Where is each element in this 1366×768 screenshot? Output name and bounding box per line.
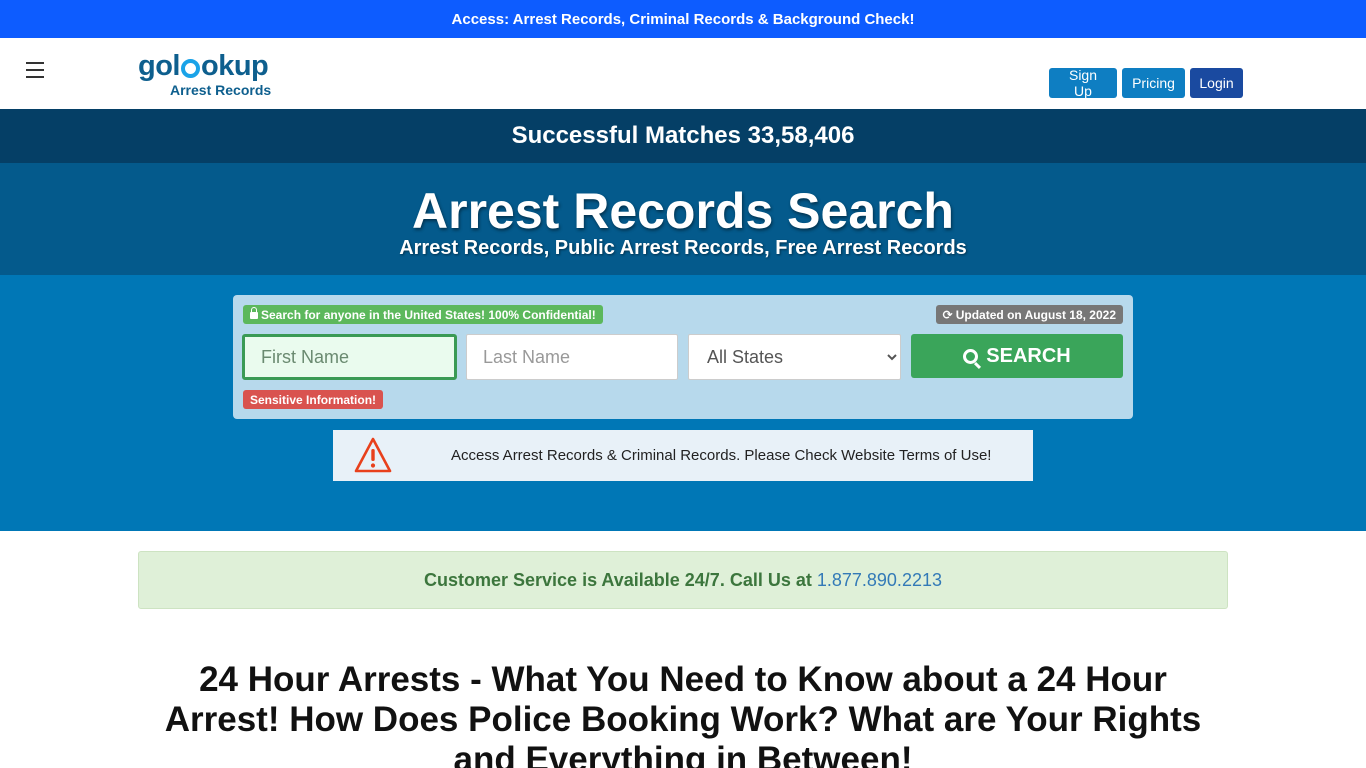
pricing-button[interactable]: Pricing (1122, 68, 1185, 98)
site-logo[interactable]: gol okup Arrest Records (138, 50, 278, 100)
lock-icon (250, 307, 258, 319)
page-title: Arrest Records Search (412, 183, 954, 239)
sensitive-information-badge: Sensitive Information! (243, 390, 384, 409)
top-banner-text[interactable]: Access: Arrest Records, Criminal Records… (452, 11, 915, 28)
logo-subtitle: Arrest Records (170, 82, 272, 98)
first-name-input[interactable] (242, 334, 457, 380)
customer-service-alert: Customer Service is Available 24/7. Call… (138, 551, 1228, 609)
updated-badge: ⟳ Updated on August 18, 2022 (935, 305, 1123, 324)
hamburger-menu-icon[interactable] (26, 62, 44, 78)
last-name-input[interactable] (466, 334, 678, 380)
terms-notice-text: Access Arrest Records & Criminal Records… (451, 447, 992, 464)
customer-service-text: Customer Service is Available 24/7. Call… (424, 569, 812, 590)
successful-matches-bar: Successful Matches 33,58,406 (0, 109, 1366, 163)
refresh-icon: ⟳ (942, 307, 953, 322)
successful-matches-text: Successful Matches 33,58,406 (511, 122, 855, 149)
search-form: Search for anyone in the United States! … (233, 295, 1133, 419)
top-banner[interactable]: Access: Arrest Records, Criminal Records… (0, 0, 1366, 38)
search-button[interactable]: SEARCH (911, 334, 1123, 378)
article-title: 24 Hour Arrests - What You Need to Know … (164, 660, 1202, 768)
logo-wordmark: gol okup (138, 50, 269, 82)
state-select[interactable]: All States (688, 334, 901, 380)
logo-ring-icon (181, 58, 200, 78)
page-subtitle: Arrest Records, Public Arrest Records, F… (399, 237, 967, 259)
hero-title-band: Arrest Records Search Arrest Records, Pu… (0, 163, 1366, 275)
site-header: gol okup Arrest Records Sign Up Pricing L… (0, 38, 1366, 109)
sign-up-button[interactable]: Sign Up (1049, 67, 1117, 99)
confidential-badge: Search for anyone in the United States! … (243, 305, 603, 324)
terms-notice: Access Arrest Records & Criminal Records… (333, 430, 1033, 481)
login-button[interactable]: Login (1190, 68, 1243, 98)
customer-service-phone-link[interactable]: 1.877.890.2213 (817, 570, 942, 591)
warning-triangle-icon (354, 437, 392, 473)
search-icon (963, 348, 979, 364)
